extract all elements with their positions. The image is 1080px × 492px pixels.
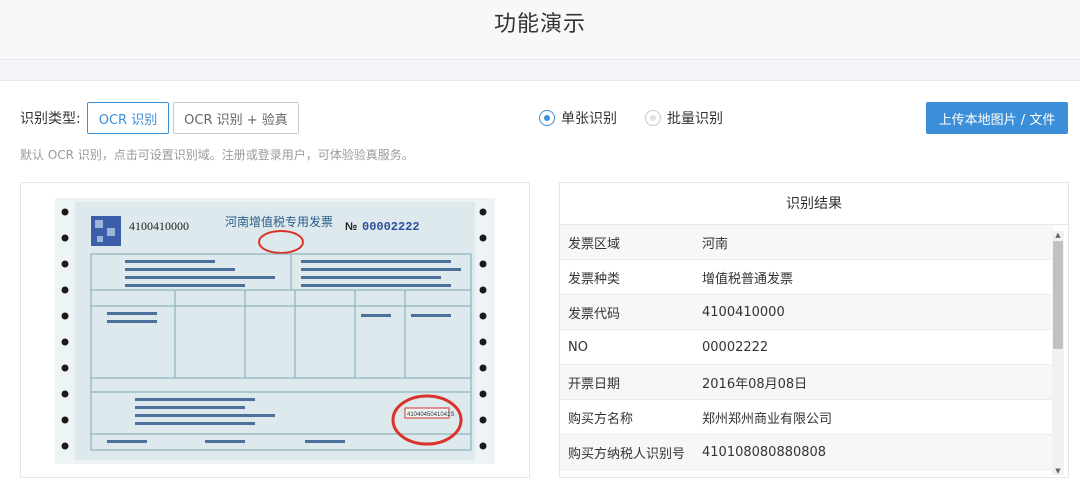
radio-single-label: 单张识别 bbox=[561, 111, 617, 127]
result-title: 识别结果 bbox=[560, 183, 1068, 225]
result-value: 410108080880808 bbox=[702, 444, 827, 460]
result-key: 开票日期 bbox=[568, 376, 621, 392]
result-row: NO 00002222 bbox=[560, 330, 1054, 365]
result-row: 购买方名称 郑州郑州商业有限公司 bbox=[560, 400, 1054, 435]
page-title: 功能演示 bbox=[493, 12, 586, 37]
result-scrollbar[interactable]: ▲ ▼ bbox=[1052, 231, 1064, 475]
result-value: 郑州郑州商业有限公司 bbox=[702, 411, 833, 427]
radio-batch-label: 批量识别 bbox=[667, 111, 723, 127]
upload-button[interactable]: 上传本地图片 / 文件 bbox=[926, 102, 1068, 134]
result-value: 河南 bbox=[702, 236, 729, 252]
result-row: 开票日期 2016年08月08日 bbox=[560, 365, 1054, 400]
result-value: 2016年08月08日 bbox=[702, 376, 808, 392]
radio-unchecked-icon bbox=[645, 110, 661, 126]
result-key: 发票代码 bbox=[568, 306, 621, 322]
invoice-image[interactable]: 4100410000 河南增值税专用发票 № 00002222 41040450… bbox=[55, 198, 495, 464]
scroll-down-arrow-icon[interactable]: ▼ bbox=[1053, 467, 1063, 475]
invoice-code: 4100410000 bbox=[129, 219, 189, 233]
result-row: 发票种类 增值税普通发票 bbox=[560, 260, 1054, 295]
invoice-number: 00002222 bbox=[362, 220, 420, 234]
result-row: 购买方纳税人识别号 410108080880808 bbox=[560, 435, 1054, 470]
top-bar: 功能演示 bbox=[0, 0, 1080, 60]
result-value: 00002222 bbox=[702, 339, 769, 355]
result-value: 增值税普通发票 bbox=[702, 271, 794, 287]
ocr-button[interactable]: OCR 识别 bbox=[87, 102, 169, 134]
recognition-type-label: 识别类型: bbox=[20, 111, 81, 127]
result-value: 4100410000 bbox=[702, 304, 785, 320]
result-key: 购买方纳税人识别号 bbox=[568, 446, 686, 462]
seal-text: 4104045041041S bbox=[407, 412, 454, 418]
ocr-verify-button[interactable]: OCR 识别 + 验真 bbox=[173, 102, 299, 134]
invoice-number-prefix: № bbox=[345, 221, 357, 233]
result-row: 发票区域 河南 bbox=[560, 225, 1054, 260]
radio-single-recognition[interactable]: 单张识别 bbox=[539, 108, 617, 128]
result-panel: 识别结果 发票区域 河南 发票种类 增值税普通发票 发票代码 410041000… bbox=[559, 182, 1069, 478]
result-key: 购买方名称 bbox=[568, 411, 634, 427]
result-row: 发票代码 4100410000 bbox=[560, 295, 1054, 330]
radio-checked-icon bbox=[539, 110, 555, 126]
result-key: 发票区域 bbox=[568, 236, 621, 252]
invoice-title: 河南增值税专用发票 bbox=[225, 214, 333, 229]
result-key: 发票种类 bbox=[568, 271, 621, 287]
result-key: NO bbox=[568, 339, 588, 355]
scroll-thumb[interactable] bbox=[1053, 241, 1063, 349]
result-rows: 发票区域 河南 发票种类 增值税普通发票 发票代码 4100410000 NO … bbox=[560, 225, 1054, 470]
hint-text: 默认 OCR 识别，点击可设置识别域。注册或登录用户，可体验验真服务。 bbox=[20, 148, 414, 162]
scroll-up-arrow-icon[interactable]: ▲ bbox=[1053, 231, 1063, 239]
radio-batch-recognition[interactable]: 批量识别 bbox=[645, 108, 723, 128]
invoice-image-panel: 4100410000 河南增值税专用发票 № 00002222 41040450… bbox=[20, 182, 530, 478]
